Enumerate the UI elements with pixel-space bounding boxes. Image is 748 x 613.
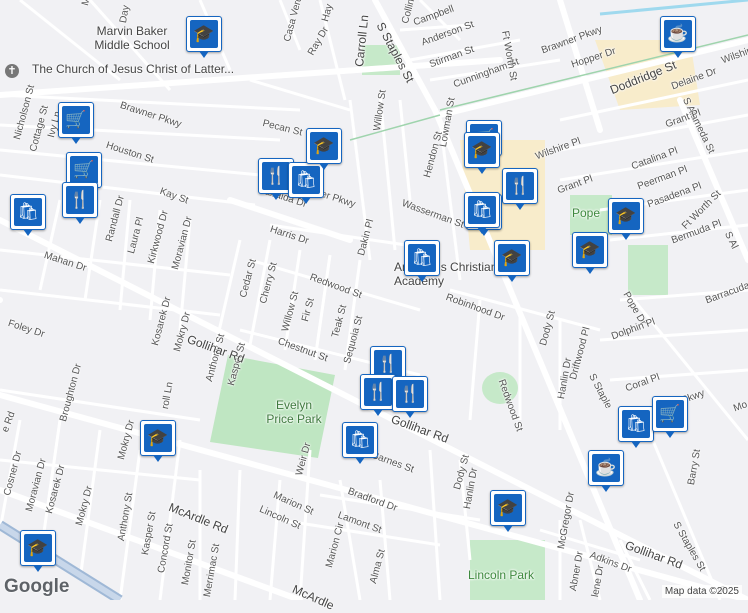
fork-knife-icon: 🍴 (66, 186, 94, 214)
school-pin-willow[interactable]: 🎓 (306, 128, 342, 170)
school-pin-hanlin[interactable]: 🎓 (490, 490, 526, 532)
cafe-pin-doddridge[interactable]: ☕ (660, 16, 696, 58)
school-pin-staples[interactable]: 🎓 (464, 132, 500, 174)
school-label-marvin[interactable]: Marvin Baker Middle School (82, 24, 182, 52)
fork-knife-icon: 🍴 (364, 378, 392, 406)
google-logo: Google (4, 576, 70, 597)
shopping-cart-icon: 🛒 (70, 156, 98, 184)
graduation-cap-icon: 🎓 (494, 494, 522, 522)
school-pin-mcardle[interactable]: 🎓 (20, 530, 56, 572)
shopping-cart-icon: 🛒 (656, 400, 684, 428)
graduation-cap-icon: 🎓 (498, 244, 526, 272)
school-pin-mokry[interactable]: 🎓 (140, 420, 176, 462)
park-label-lincoln[interactable]: Lincoln Park (468, 568, 534, 582)
park-label-pope[interactable]: Pope (572, 206, 600, 220)
coffee-cup-icon: ☕ (664, 20, 692, 48)
restaurant-pin-staples[interactable]: 🍴 (502, 168, 538, 210)
shopping-bag-pin-wasserman[interactable]: 🛍 (404, 240, 440, 282)
shopping-cart-icon: 🛒 (62, 106, 90, 134)
shopping-cart-pin-coral[interactable]: 🛒 (652, 396, 688, 438)
green-area-south-alameda (628, 245, 668, 295)
fork-knife-icon: 🍴 (262, 162, 290, 190)
graduation-cap-icon: 🎓 (612, 202, 640, 230)
graduation-cap-icon: 🎓 (190, 20, 218, 48)
restaurant-pin-gollihar[interactable]: 🍴 (392, 376, 428, 418)
school-pin-academy[interactable]: 🎓 (494, 240, 530, 282)
graduation-cap-icon: 🎓 (144, 424, 172, 452)
school-pin-pope[interactable]: 🎓 (572, 232, 608, 274)
shopping-cart-pin-ivy[interactable]: 🛒 (58, 102, 94, 144)
park-label-evelyn[interactable]: Evelyn Price Park (264, 398, 324, 426)
graduation-cap-icon: 🎓 (310, 132, 338, 160)
school-pin-marvin-baker[interactable]: 🎓 (186, 16, 222, 58)
shopping-bag-icon: 🛍 (14, 198, 42, 226)
map-attribution: Map data ©2025 (661, 585, 742, 598)
shopping-bag-pin-west[interactable]: 🛍 (10, 194, 46, 236)
shopping-bag-icon: 🛍 (292, 166, 320, 194)
church-icon[interactable]: ✝ (5, 64, 19, 78)
graduation-cap-icon: 🎓 (468, 136, 496, 164)
cafe-pin-staples-south[interactable]: ☕ (588, 450, 624, 492)
shopping-bag-pin-academy[interactable]: 🛍 (464, 192, 500, 234)
shopping-bag-icon: 🛍 (468, 196, 496, 224)
church-label[interactable]: The Church of Jesus Christ of Latter... (32, 62, 252, 76)
coffee-cup-icon: ☕ (592, 454, 620, 482)
shopping-bag-icon: 🛍 (622, 410, 650, 438)
school-pin-pope-2[interactable]: 🎓 (608, 198, 644, 240)
restaurant-pin-west[interactable]: 🍴 (62, 182, 98, 224)
fork-knife-icon: 🍴 (506, 172, 534, 200)
graduation-cap-icon: 🎓 (576, 236, 604, 264)
shopping-bag-icon: 🛍 (408, 244, 436, 272)
graduation-cap-icon: 🎓 (24, 534, 52, 562)
shopping-bag-pin-barnes[interactable]: 🛍 (342, 422, 378, 464)
shopping-bag-icon: 🛍 (346, 426, 374, 454)
shopping-bag-pin-coral[interactable]: 🛍 (618, 406, 654, 448)
restaurant-pin-sequoia-2[interactable]: 🍴 (360, 374, 396, 416)
fork-knife-icon: 🍴 (396, 380, 424, 408)
